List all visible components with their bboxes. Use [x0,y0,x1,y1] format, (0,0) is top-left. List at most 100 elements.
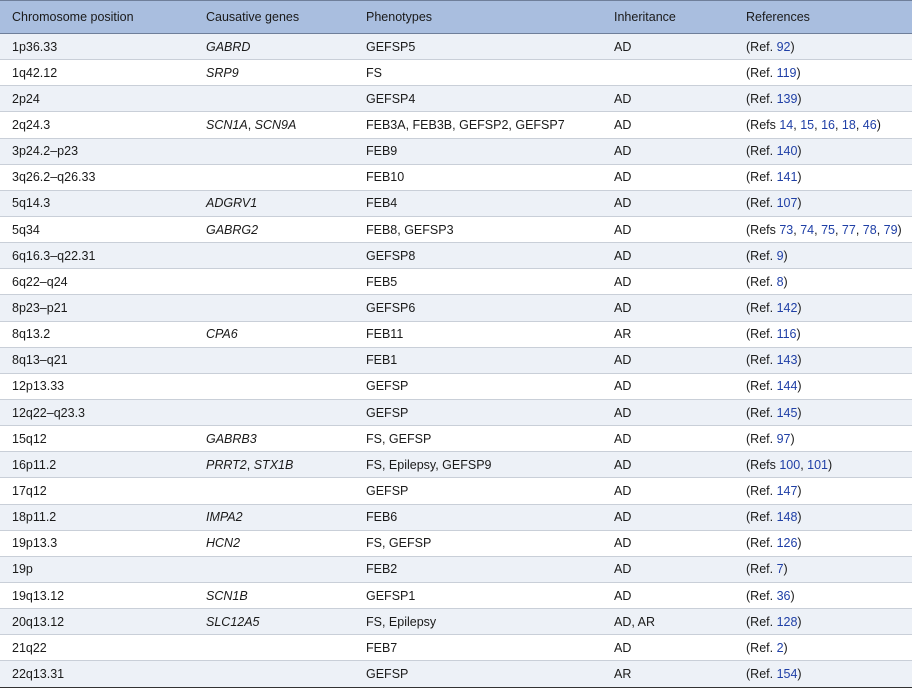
inheritance-cell: AD [602,504,734,531]
reference-link[interactable]: 101 [807,458,828,472]
reference-link[interactable]: 119 [777,66,797,80]
table-row: 8q13.2 CPA6 FEB11 AR (Ref. 116) [0,321,912,348]
causative-genes-cell: SLC12A5 [194,608,354,636]
reference-link[interactable]: 2 [777,641,784,655]
reference-suffix: ) [797,196,802,211]
reference-link[interactable]: 74 [800,223,814,237]
reference-link[interactable]: 154 [777,667,798,681]
reference-link[interactable]: 15 [800,118,814,132]
reference-link[interactable]: 140 [777,144,798,158]
table-row: 21q22 FEB7 AD (Ref. 2) [0,634,912,662]
reference-link[interactable]: 107 [777,196,798,210]
causative-genes-cell: HCN2 [194,530,354,557]
references-cell: (Ref. 107) [734,190,912,217]
phenotypes-cell: FS, GEFSP [354,425,602,453]
references-cell: (Ref. 36) [734,582,912,610]
reference-link[interactable]: 9 [777,249,784,263]
inheritance-cell: AD [602,242,734,270]
reference-prefix: (Ref. [746,614,777,629]
reference-suffix: ) [797,353,802,368]
reference-link[interactable]: 145 [777,406,798,420]
chromosome-position-cell: 17q12 [0,477,194,505]
reference-link[interactable]: 14 [779,118,793,132]
reference-suffix: ) [796,65,801,80]
table-row: 1p36.33 GABRD GEFSP5 AD (Ref. 92) [0,33,912,61]
reference-link[interactable]: 116 [777,327,797,341]
reference-link[interactable]: 36 [777,589,791,603]
reference-suffix: ) [790,39,795,54]
phenotypes-cell: GEFSP [354,373,602,400]
reference-link[interactable]: 78 [863,223,877,237]
table-row: 17q12 GEFSP AD (Ref. 147) [0,477,912,505]
gene-separator: , [246,457,254,472]
chromosome-position-cell: 12p13.33 [0,373,194,400]
reference-link[interactable]: 79 [884,223,898,237]
inheritance-cell: AD [602,399,734,427]
causative-genes-cell: CPA6 [194,321,354,348]
reference-suffix: ) [897,222,902,237]
gene-name: SRP9 [206,65,239,80]
reference-link[interactable]: 8 [777,275,784,289]
references-cell: (Ref. 8) [734,268,912,296]
reference-link[interactable]: 100 [779,458,800,472]
reference-prefix: (Ref. [746,562,777,577]
table-row: 6q16.3–q22.31 GEFSP8 AD (Ref. 9) [0,242,912,270]
reference-link[interactable]: 147 [777,484,798,498]
chromosome-position-cell: 8p23–p21 [0,294,194,322]
table-row: 8p23–p21 GEFSP6 AD (Ref. 142) [0,294,912,322]
phenotypes-cell: FEB8, GEFSP3 [354,216,602,244]
gene-name: SCN1A [206,117,248,132]
reference-link[interactable]: 128 [777,615,798,629]
chromosome-position-cell: 6q16.3–q22.31 [0,242,194,270]
phenotypes-cell: FEB1 [354,347,602,374]
reference-link[interactable]: 16 [821,118,835,132]
references-cell: (Ref. 2) [734,634,912,662]
causative-genes-cell [194,373,354,400]
phenotypes-cell: GEFSP6 [354,294,602,322]
chromosome-position-cell: 1q42.12 [0,59,194,87]
reference-link[interactable]: 139 [777,92,798,106]
reference-link[interactable]: 142 [777,301,798,315]
causative-genes-cell: GABRB3 [194,425,354,453]
inheritance-cell: AD [602,85,734,113]
table-row: 6q22–q24 FEB5 AD (Ref. 8) [0,268,912,296]
inheritance-cell: AD [602,190,734,217]
reference-link[interactable]: 75 [821,223,835,237]
reference-suffix: ) [876,117,881,132]
chromosome-position-cell: 5q34 [0,216,194,244]
chromosome-position-cell: 5q14.3 [0,190,194,217]
reference-link[interactable]: 73 [779,223,793,237]
reference-prefix: (Ref. [746,327,777,342]
reference-link[interactable]: 143 [777,353,798,367]
inheritance-cell: AD [602,373,734,400]
reference-link[interactable]: 126 [777,536,798,550]
phenotypes-cell: GEFSP [354,399,602,427]
table-row: 20q13.12 SLC12A5 FS, Epilepsy AD, AR (Ref. 1… [0,608,912,636]
causative-genes-cell [194,164,354,191]
chromosome-position-cell: 19q13.12 [0,582,194,610]
phenotypes-cell: FEB11 [354,321,602,348]
table-row: 12p13.33 GEFSP AD (Ref. 144) [0,373,912,400]
reference-link[interactable]: 77 [842,223,856,237]
reference-link[interactable]: 92 [777,40,791,54]
reference-prefix: (Refs [746,117,780,132]
references-cell: (Ref. 9) [734,242,912,270]
causative-genes-cell: GABRG2 [194,216,354,244]
inheritance-cell: AD [602,216,734,244]
inheritance-cell: AD [602,111,734,139]
reference-link[interactable]: 46 [863,118,877,132]
reference-link[interactable]: 18 [842,118,856,132]
chromosome-position-cell: 2p24 [0,85,194,113]
reference-link[interactable]: 7 [777,562,784,576]
reference-link[interactable]: 97 [777,432,791,446]
inheritance-cell: AD [602,347,734,374]
reference-link[interactable]: 144 [777,379,798,393]
table-row: 3p24.2–p23 FEB9 AD (Ref. 140) [0,138,912,165]
reference-suffix: ) [797,536,802,551]
header-causative-genes: Causative genes [206,10,300,24]
chromosome-position-cell: 19p [0,556,194,583]
reference-prefix: (Ref. [746,144,777,159]
reference-link[interactable]: 141 [777,170,798,184]
inheritance-cell [602,59,734,87]
reference-link[interactable]: 148 [777,510,798,524]
